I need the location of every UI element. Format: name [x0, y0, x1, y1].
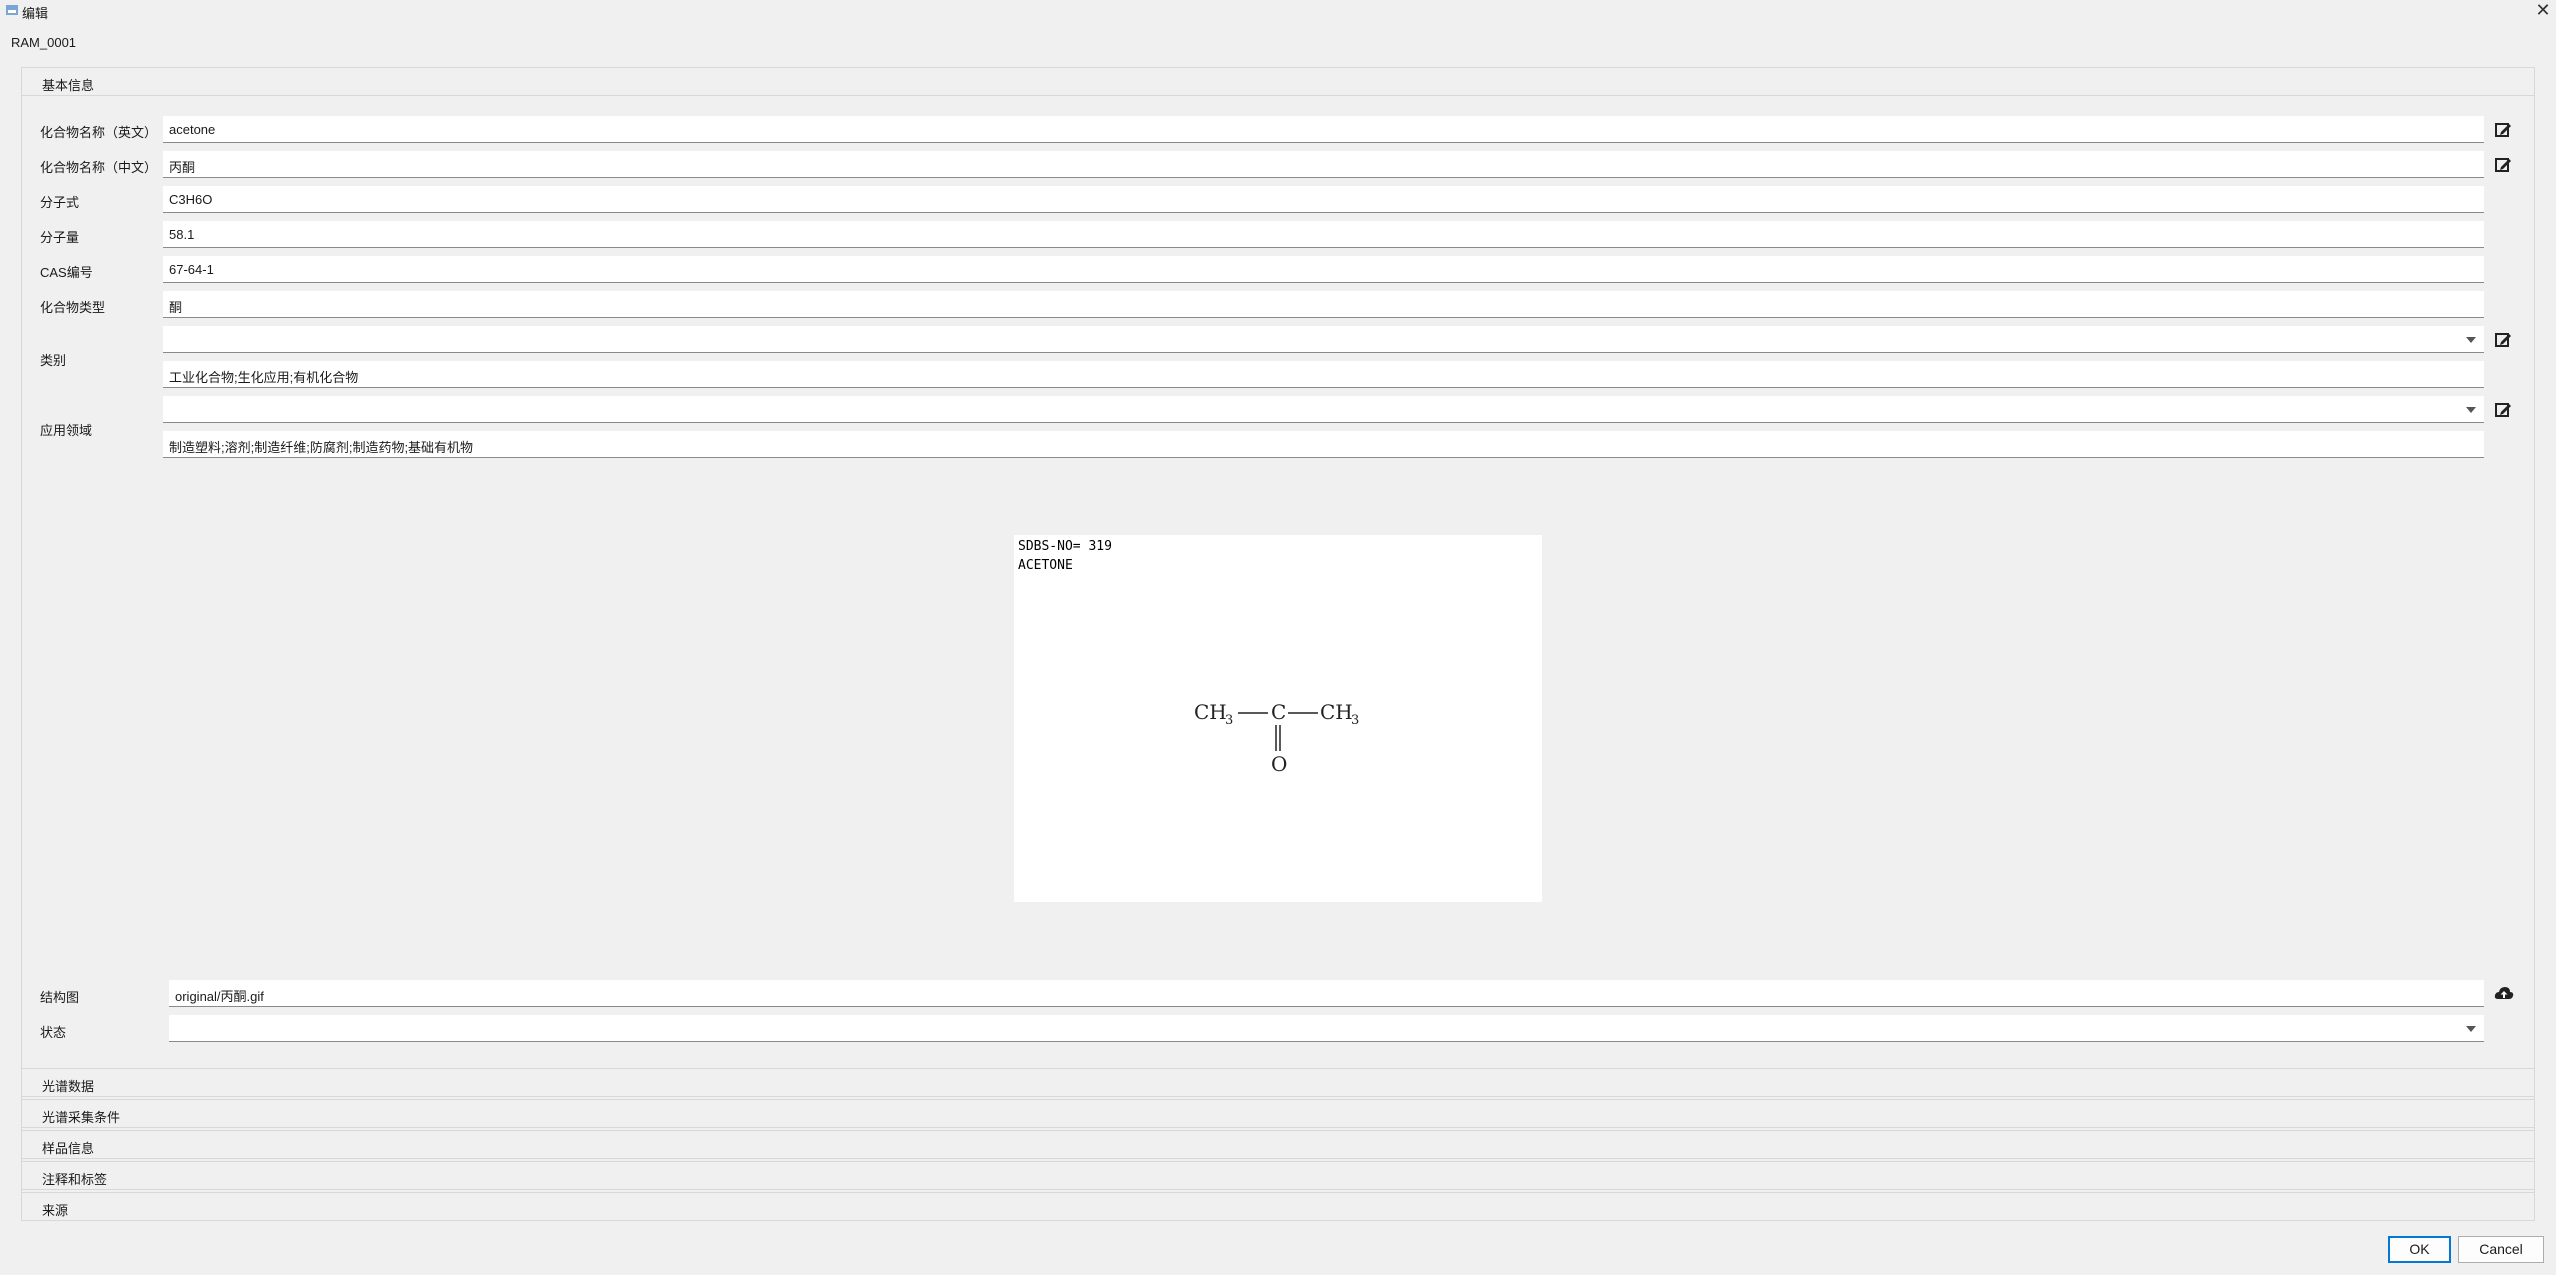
compound-type-value: 酮 [169, 300, 183, 315]
compound-type-field[interactable]: 酮 [163, 291, 2484, 318]
state-select[interactable] [169, 1015, 2484, 1042]
section-source[interactable]: 来源 [21, 1192, 2535, 1221]
structure-file-label: 结构图 [40, 990, 80, 1005]
mol-weight-field[interactable]: 58.1 [163, 221, 2484, 248]
left-methyl: CH [1194, 700, 1227, 724]
mol-weight-label: 分子量 [40, 230, 80, 245]
section-notes-tags[interactable]: 注释和标签 [21, 1161, 2535, 1190]
record-id: RAM_0001 [11, 35, 77, 50]
oxygen-atom: O [1271, 752, 1287, 776]
left-subscript: 3 [1225, 713, 1233, 728]
structure-image: SDBS-NO= 319 ACETONE CH 3 C CH 3 O [1014, 535, 1542, 902]
category-field[interactable]: 工业化合物;生化应用;有机化合物 [163, 361, 2484, 388]
structure-header-2: ACETONE [1018, 558, 1073, 573]
section-label: 注释和标签 [42, 1172, 108, 1187]
application-value: 制造塑料;溶剂;制造纤维;防腐剂;制造药物;基础有机物 [169, 440, 474, 455]
right-methyl: CH [1320, 700, 1353, 724]
ok-button[interactable]: OK [2388, 1236, 2451, 1263]
section-label: 基本信息 [42, 78, 95, 93]
structure-file-field[interactable]: original/丙酮.gif [169, 980, 2484, 1007]
section-label: 样品信息 [42, 1141, 95, 1156]
compound-type-label: 化合物类型 [40, 300, 106, 315]
category-label: 类别 [40, 353, 67, 368]
name-en-label: 化合物名称（英文） [40, 125, 158, 140]
cancel-button[interactable]: Cancel [2458, 1236, 2544, 1263]
name-cn-value: 丙酮 [169, 160, 196, 175]
application-field[interactable]: 制造塑料;溶剂;制造纤维;防腐剂;制造药物;基础有机物 [163, 431, 2484, 458]
section-spectral-data[interactable]: 光谱数据 [21, 1068, 2535, 1097]
application-select[interactable] [163, 396, 2484, 423]
carbonyl-carbon: C [1271, 700, 1286, 724]
cloud-upload-icon[interactable] [2493, 983, 2515, 1005]
structure-header-1: SDBS-NO= 319 [1018, 539, 1112, 554]
formula-label: 分子式 [40, 195, 80, 210]
section-label: 光谱数据 [42, 1079, 95, 1094]
right-subscript: 3 [1351, 713, 1359, 728]
section-label: 来源 [42, 1203, 69, 1218]
application-label: 应用领域 [40, 423, 93, 438]
section-acquisition-conditions[interactable]: 光谱采集条件 [21, 1099, 2535, 1128]
formula-value: C3H6O [169, 192, 213, 207]
category-select[interactable] [163, 326, 2484, 353]
cas-label: CAS编号 [40, 265, 93, 280]
name-en-field[interactable]: acetone [163, 116, 2484, 143]
close-button[interactable]: ✕ [2532, 0, 2554, 22]
edit-icon[interactable] [2492, 329, 2514, 351]
app-icon [6, 5, 18, 15]
state-label: 状态 [40, 1025, 67, 1040]
section-basic-info[interactable]: 基本信息 [21, 67, 2535, 96]
window-title: 编辑 [22, 6, 49, 21]
name-cn-label: 化合物名称（中文） [40, 160, 158, 175]
edit-icon[interactable] [2492, 154, 2514, 176]
name-cn-field[interactable]: 丙酮 [163, 151, 2484, 178]
name-en-value: acetone [169, 122, 216, 137]
section-label: 光谱采集条件 [42, 1110, 121, 1125]
title-bar: 编辑 ✕ [0, 0, 2556, 22]
formula-field[interactable]: C3H6O [163, 186, 2484, 213]
cas-value: 67-64-1 [169, 262, 214, 277]
structure-file-value: original/丙酮.gif [175, 989, 264, 1004]
mol-weight-value: 58.1 [169, 227, 195, 242]
cas-field[interactable]: 67-64-1 [163, 256, 2484, 283]
edit-icon[interactable] [2492, 119, 2514, 141]
category-value: 工业化合物;生化应用;有机化合物 [169, 370, 359, 385]
section-sample-info[interactable]: 样品信息 [21, 1130, 2535, 1159]
edit-icon[interactable] [2492, 399, 2514, 421]
